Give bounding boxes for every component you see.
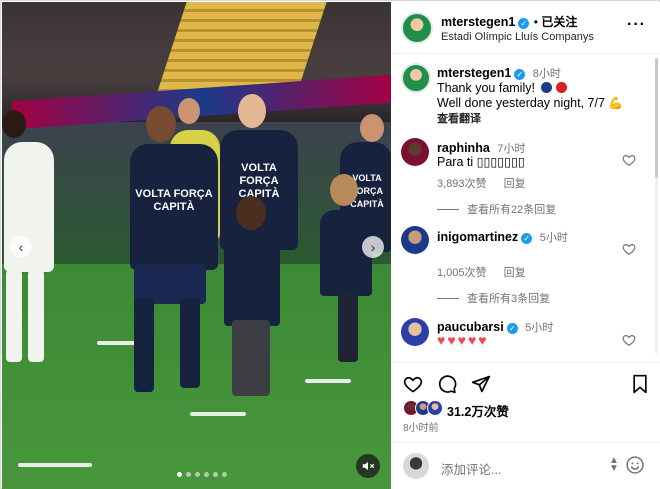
- post-details-panel: mterstegen1 ✓ • 已关注 Estadi Olímpic Lluís …: [391, 2, 660, 489]
- caption-time: 8小时: [532, 68, 561, 80]
- view-replies-label: 查看所有22条回复: [467, 204, 557, 216]
- carousel-dot: [204, 472, 209, 477]
- teammate-head: [238, 94, 266, 128]
- child-head: [330, 174, 358, 206]
- child-trousers: [232, 320, 270, 396]
- carousel-dot: [213, 472, 218, 477]
- post-location[interactable]: Estadi Olímpic Lluís Companys: [441, 31, 594, 43]
- opponent-leg: [6, 270, 22, 362]
- commenter-avatar[interactable]: [401, 138, 429, 166]
- comment-heart-icon[interactable]: [622, 153, 636, 167]
- red-circle-icon: [555, 82, 567, 93]
- caption-line-1: Thank you family!: [437, 81, 567, 95]
- speaker-muted-icon: [362, 461, 375, 471]
- carousel-dot: [177, 472, 182, 477]
- pitch-marking: [305, 379, 351, 383]
- view-replies-button[interactable]: 查看所有3条回复: [437, 290, 550, 306]
- divider: [437, 208, 459, 210]
- captain-leg: [180, 298, 200, 388]
- comment-likes[interactable]: 3,893次赞: [437, 178, 487, 190]
- shirt-slogan: VOLTA FORÇA CAPITÀ: [135, 188, 213, 213]
- comment-input[interactable]: 添加评论...: [441, 459, 501, 478]
- carousel-dot: [186, 472, 191, 477]
- caption-text: Well done yesterday night, 7/7: [437, 96, 605, 110]
- caption-username[interactable]: mterstegen1: [437, 66, 511, 80]
- carousel-dots: [177, 472, 227, 477]
- divider: [437, 297, 459, 299]
- carousel-dot: [222, 472, 227, 477]
- comment-heart-icon[interactable]: [622, 333, 636, 347]
- goalkeeper-head: [178, 98, 200, 124]
- commenter-avatar[interactable]: [401, 226, 429, 254]
- view-replies-button[interactable]: 查看所有22条回复: [437, 201, 556, 217]
- shirt-slogan: VOLTA FORÇA CAPITÀ: [238, 162, 280, 200]
- add-comment-bar: 添加评论... ▲ ▼: [391, 442, 660, 489]
- blue-circle-icon: [541, 82, 553, 93]
- post-video[interactable]: VOLTA FORÇA CAPITÀ VOLTA FORÇA CAPITÀ VO…: [2, 2, 391, 489]
- comments-scrollbar-thumb[interactable]: [655, 58, 658, 178]
- heart-outline-icon[interactable]: [403, 374, 423, 394]
- comment-meta: 3,893次赞 回复: [437, 175, 526, 191]
- verified-badge-icon: ✓: [518, 18, 530, 29]
- speech-bubble-icon[interactable]: [437, 374, 457, 394]
- previous-slide-button[interactable]: ‹: [10, 236, 32, 258]
- comment-time: 5小时: [539, 232, 568, 244]
- paper-plane-icon[interactable]: [471, 374, 491, 394]
- child-legs: [338, 292, 358, 362]
- sort-arrows-icon[interactable]: ▲ ▼: [609, 456, 619, 474]
- stadium-steps: [157, 2, 327, 92]
- teammate-head: [360, 114, 384, 142]
- captain-leg: [134, 298, 154, 392]
- caption-header: mterstegen1 ✓ 8小时: [437, 64, 561, 82]
- comment-heart-icon[interactable]: [622, 242, 636, 256]
- view-replies-label: 查看所有3条回复: [467, 293, 551, 305]
- carousel-dot: [195, 472, 200, 477]
- child-mascot: [224, 232, 280, 326]
- author-avatar[interactable]: [401, 12, 433, 44]
- likes-count[interactable]: 31.2万次赞: [447, 401, 509, 420]
- liker-avatar: [427, 400, 443, 416]
- post-header: mterstegen1 ✓ • 已关注 Estadi Olímpic Lluís …: [391, 2, 660, 54]
- more-dots-icon[interactable]: ···: [627, 16, 646, 34]
- comment-text: ♥♥♥♥♥: [437, 332, 489, 348]
- opponent-leg: [28, 270, 44, 362]
- comment-text: Para ti ▯▯▯▯▯▯▯: [437, 155, 525, 169]
- caption-line-2: Well done yesterday night, 7/7 💪: [437, 96, 623, 110]
- reply-button[interactable]: 回复: [504, 178, 526, 190]
- author-line: mterstegen1 ✓ • 已关注: [441, 13, 577, 31]
- comment-time: 5小时: [525, 322, 554, 334]
- comment-header: inigomartinez ✓ 5小时: [437, 228, 568, 246]
- caption-text: Thank you family!: [437, 81, 535, 95]
- pitch-marking: [18, 463, 92, 467]
- commenter-avatar[interactable]: [401, 318, 429, 346]
- commenter-username[interactable]: raphinha: [437, 141, 490, 155]
- comment-likes[interactable]: 1,005次赞: [437, 267, 487, 279]
- flexed-bicep-icon: 💪: [608, 96, 624, 110]
- author-avatar[interactable]: [401, 63, 431, 93]
- verified-badge-icon: ✓: [514, 69, 526, 80]
- verified-badge-icon: ✓: [521, 233, 533, 244]
- instagram-post-window: VOLTA FORÇA CAPITÀ VOLTA FORÇA CAPITÀ VO…: [0, 0, 660, 489]
- child-head: [236, 196, 266, 230]
- mute-button[interactable]: [356, 454, 380, 478]
- follow-status-button[interactable]: 已关注: [541, 15, 577, 29]
- smiley-icon[interactable]: [625, 455, 645, 475]
- commenter-username[interactable]: inigomartinez: [437, 230, 518, 244]
- verified-badge-icon: ✓: [506, 323, 518, 334]
- comments-list: mterstegen1 ✓ 8小时 Thank you family! Well …: [391, 55, 660, 358]
- comment-meta: 1,005次赞 回复: [437, 264, 526, 280]
- post-timestamp[interactable]: 8小时前: [403, 419, 439, 434]
- opponent-head: [2, 110, 26, 138]
- reply-button[interactable]: 回复: [504, 267, 526, 279]
- captain-head: [146, 106, 176, 142]
- pitch-marking: [190, 412, 246, 416]
- next-slide-button[interactable]: ›: [362, 236, 384, 258]
- see-translation-link[interactable]: 查看翻译: [437, 110, 481, 126]
- bookmark-icon[interactable]: [631, 374, 649, 394]
- current-user-avatar: [403, 453, 429, 479]
- author-username[interactable]: mterstegen1: [441, 15, 515, 29]
